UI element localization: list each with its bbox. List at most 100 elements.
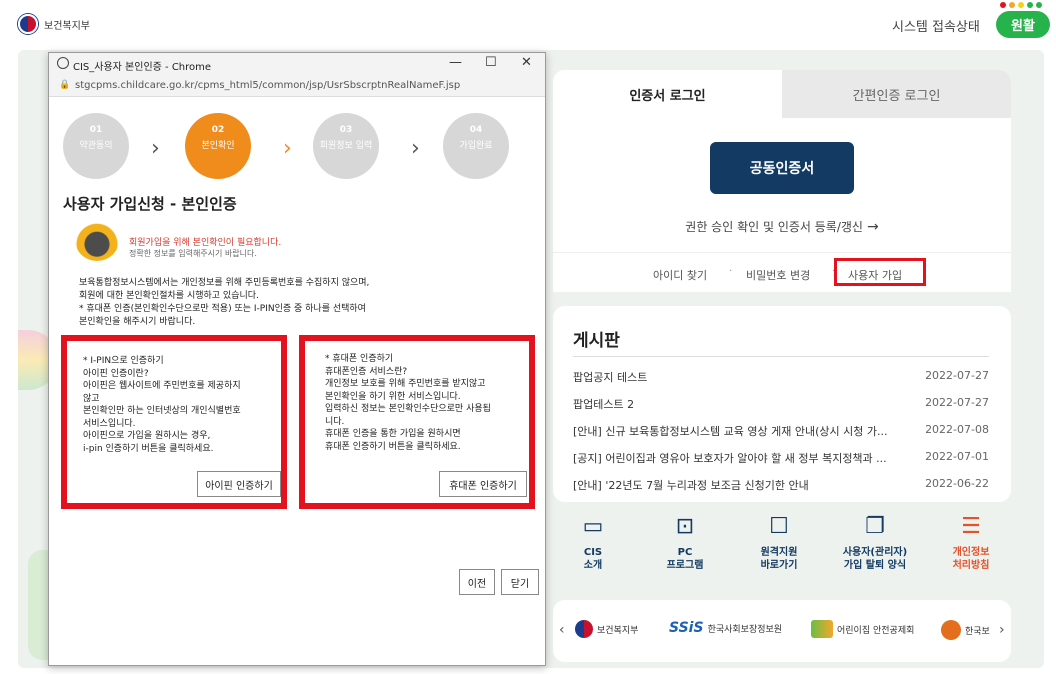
phone-auth-button[interactable]: 휴대폰 인증하기 [439, 471, 527, 497]
chevron-right-icon[interactable]: › [999, 622, 1005, 638]
status-dot [1027, 2, 1033, 8]
phone-line: 개인정보 보호를 위해 주민번호를 받지않고 [325, 379, 486, 389]
joint-certificate-button[interactable]: 공동인증서 [710, 142, 854, 194]
ministry-logo[interactable]: 보건복지부 [18, 14, 90, 34]
lock-warning-icon [75, 219, 119, 261]
step-number: 02 [211, 125, 225, 135]
board-row[interactable]: [안내] 신규 보육통합정보시스템 교육 영상 게재 안내(상시 시청 가...… [573, 420, 989, 440]
chevron-left-icon[interactable]: ‹ [559, 622, 565, 638]
arrow-right-icon: → [866, 219, 879, 235]
minimize-icon[interactable]: — [449, 55, 462, 70]
page-title: 사용자 가입신청 - 본인인증 [63, 195, 237, 213]
quick-link-label: 가입 탈퇴 양식 [843, 560, 907, 571]
system-status-label: 시스템 접속상태 [892, 20, 980, 35]
top-bar: 보건복지부 시스템 접속상태 원활 [0, 0, 1056, 50]
step-number: 01 [89, 125, 103, 135]
notice-sub-message: 정확한 정보를 입력해주시기 바랍니다. [129, 249, 257, 258]
board-row-date: 2022-07-27 [925, 369, 989, 382]
quick-link-signup-form[interactable]: ❐ 사용자(관리자) 가입 탈퇴 양식 [835, 514, 915, 572]
ministry-emblem-icon [575, 620, 593, 638]
maximize-icon[interactable]: ☐ [485, 55, 497, 70]
phone-description: * 휴대폰 인증하기 휴대폰인증 서비스란? 개인정보 보호를 위해 주민번호를… [325, 353, 491, 453]
quick-link-label: 바로가기 [760, 560, 798, 571]
remote-support-icon: ☐ [769, 514, 789, 539]
step-number: 03 [339, 125, 353, 135]
partner-label: 한국보 [965, 626, 990, 637]
board-row[interactable]: [공지] 어린이집과 영유아 보호자가 알아야 할 새 정부 복지정책과 ...… [573, 447, 989, 467]
quick-link-label: 프로그램 [666, 560, 704, 571]
privacy-document-icon: ☰ [961, 514, 981, 539]
chevron-right-icon: › [411, 136, 420, 161]
board-row-title: [안내] '22년도 7월 누리과정 보조금 신청기한 안내 [573, 479, 809, 492]
quick-link-cis-intro[interactable]: ▭ CIS 소개 [553, 514, 633, 572]
chevron-right-icon: › [151, 136, 160, 161]
phone-line: 휴대폰인증 서비스란? [325, 366, 408, 377]
board-row-date: 2022-07-08 [925, 423, 989, 436]
board-row[interactable]: 팝업테스트 2 2022-07-27 [573, 393, 989, 413]
ipin-line: 본인확인만 하는 인터넷상의 개인식별번호 [83, 406, 241, 416]
step-member-info: 03 회원정보 입력 [313, 113, 379, 179]
phone-line: * 휴대폰 인증하기 [325, 354, 394, 364]
board-row[interactable]: [안내] '22년도 7월 누리과정 보조금 신청기한 안내 2022-06-22 [573, 474, 989, 494]
close-icon[interactable]: ✕ [521, 55, 532, 70]
chrome-icon [57, 57, 69, 69]
ipin-auth-button[interactable]: 아이핀 인증하기 [197, 471, 281, 497]
close-button[interactable]: 닫기 [501, 569, 539, 595]
quick-link-label: 사용자(관리자) [842, 547, 908, 558]
quick-link-label: 처리방침 [952, 560, 990, 571]
chrome-popup-window: CIS_사용자 본인인증 - Chrome — ☐ ✕ 🔒 stgcpms.ch… [48, 52, 546, 666]
partner-korea[interactable]: 한국보 [941, 620, 990, 640]
lock-icon: 🔒 [59, 80, 71, 90]
phone-line: 본인확인을 하기 위한 서비스입니다. [325, 391, 461, 402]
partner-ssis[interactable]: SSiS 한국사회보장정보원 [669, 620, 782, 636]
ipin-description: * I-PIN으로 인증하기 아이핀 인증이란? 아이핀은 웹사이트에 주민번호… [83, 355, 241, 455]
quick-link-privacy-policy[interactable]: ☰ 개인정보 처리방침 [931, 514, 1011, 572]
partner-ministry[interactable]: 보건복지부 [575, 620, 638, 638]
intro-line: 보육통합정보시스템에서는 개인정보를 위해 주민등록번호를 수집하지 않으며, [79, 278, 370, 288]
step-number: 04 [469, 125, 483, 135]
pc-icon: ⊡ [675, 514, 695, 539]
board-row-date: 2022-06-22 [925, 477, 989, 490]
ministry-name: 보건복지부 [44, 20, 90, 32]
phone-line: 휴대폰 인증을 통한 가입을 원하시면 [325, 429, 461, 439]
board-title: 게시판 [573, 331, 620, 351]
find-id-link[interactable]: 아이디 찾기 [653, 267, 707, 283]
ipin-line: * I-PIN으로 인증하기 [83, 356, 164, 366]
prev-button[interactable]: 이전 [459, 569, 495, 595]
board-row-title: [공지] 어린이집과 영유아 보호자가 알아야 할 새 정부 복지정책과 ... [573, 452, 887, 465]
address-bar[interactable]: 🔒 stgcpms.childcare.go.kr/cpms_html5/com… [49, 75, 545, 97]
intro-line: * 휴대폰 인증(본인확인수단으로만 적용) 또는 I-PIN인증 중 하나를 … [79, 304, 366, 314]
board-row[interactable]: 팝업공지 테스트 2022-07-27 [573, 366, 989, 386]
change-password-link[interactable]: 비밀번호 변경 [746, 267, 810, 283]
step-label: 회원정보 입력 [319, 141, 373, 151]
quick-link-label: PC [677, 547, 693, 558]
phone-line: 휴대폰 인증하기 버튼을 클릭하세요. [325, 441, 461, 452]
tab-cert-login[interactable]: 인증서 로그인 [553, 70, 782, 118]
quick-link-pc-program[interactable]: ⊡ PC 프로그램 [645, 514, 725, 572]
board-row-title: [안내] 신규 보육통합정보시스템 교육 영상 게재 안내(상시 시청 가... [573, 425, 888, 438]
quick-link-label: 원격지원 [760, 547, 798, 558]
ministry-emblem-icon [18, 14, 38, 34]
board-row-title: 팝업테스트 2 [573, 398, 635, 411]
tab-simple-login[interactable]: 간편인증 로그인 [782, 70, 1011, 118]
separator-dot: · [729, 266, 733, 277]
ssis-logo: SSiS [669, 620, 704, 636]
partner-label: 한국사회보장정보원 [707, 624, 783, 635]
partner-label: 보건복지부 [597, 625, 639, 636]
step-complete: 04 가입완료 [443, 113, 509, 179]
url-text: stgcpms.childcare.go.kr/cpms_html5/commo… [75, 80, 461, 91]
quick-link-remote-support[interactable]: ☐ 원격지원바로가기 [739, 514, 819, 572]
step-identity-check: 02 본인확인 [185, 113, 251, 179]
status-dot [1018, 2, 1024, 8]
intro-text: 보육통합정보시스템에서는 개인정보를 위해 주민등록번호를 수집하지 않으며, … [79, 277, 519, 329]
quick-link-label: 소개 [583, 560, 603, 571]
step-label: 약관동의 [79, 141, 113, 151]
step-label: 본인확인 [201, 141, 235, 151]
ipin-line: 아이핀으로 가입을 원하시는 경우, [83, 431, 211, 441]
status-dot [1009, 2, 1015, 8]
partner-daycare-safety[interactable]: 어린이집 안전공제회 [811, 620, 914, 638]
partner-badge-icon [941, 620, 961, 640]
phone-line: 입력하신 정보는 본인확인수단으로만 사용됩 [325, 404, 491, 414]
cert-renew-link[interactable]: 권한 승인 확인 및 인증서 등록/갱신 → [653, 218, 911, 235]
ipin-line: 아이핀은 웹사이트에 주민번호를 제공하지 [83, 381, 241, 391]
